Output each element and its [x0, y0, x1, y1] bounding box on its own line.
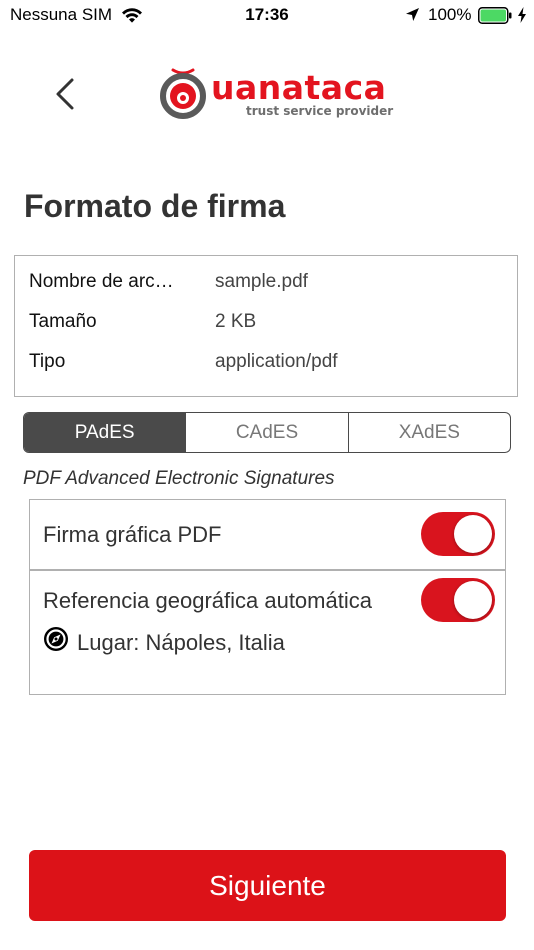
battery-percent: 100% — [428, 5, 472, 24]
logo-mark-icon — [160, 68, 206, 119]
back-button[interactable] — [50, 74, 78, 114]
battery-icon — [478, 7, 512, 24]
file-type-value: application/pdf — [215, 351, 338, 372]
tab-xades[interactable]: XAdES — [349, 413, 510, 452]
format-description: PDF Advanced Electronic Signatures — [23, 468, 335, 489]
file-size-row: Tamaño 2 KB — [29, 311, 499, 341]
page-title: Formato de firma — [24, 188, 286, 224]
file-info-panel: Nombre de archivo sample.pdf Tamaño 2 KB… — [14, 255, 518, 397]
geo-reference-label: Referencia geográfica automática — [43, 588, 372, 613]
graphic-signature-label: Firma gráfica PDF — [43, 522, 222, 547]
signature-format-selector: PAdES CAdES XAdES — [23, 412, 511, 453]
charging-bolt-icon — [518, 7, 526, 23]
geo-reference-toggle[interactable] — [421, 578, 495, 622]
file-name-label: Nombre de archivo — [29, 271, 179, 292]
uanataca-logo: uanataca trust service provider — [155, 66, 393, 122]
status-bar: Nessuna SIM 17:36 100% — [0, 0, 534, 30]
graphic-signature-toggle[interactable] — [421, 512, 495, 556]
logo-wordmark: uanataca — [211, 68, 387, 107]
file-size-label: Tamaño — [29, 311, 97, 332]
file-size-value: 2 KB — [215, 311, 257, 332]
toggle-knob — [454, 581, 492, 619]
file-name-row: Nombre de archivo sample.pdf — [29, 271, 499, 301]
file-name-value: sample.pdf — [215, 271, 308, 292]
file-type-label: Tipo — [29, 351, 66, 372]
tab-cades[interactable]: CAdES — [186, 413, 349, 452]
location-arrow-icon — [406, 8, 419, 21]
signature-options-panel: Firma gráfica PDF Referencia geográfica … — [29, 499, 506, 695]
compass-icon — [44, 627, 68, 651]
tab-pades[interactable]: PAdES — [24, 413, 187, 452]
option-divider — [30, 569, 505, 571]
next-button[interactable]: Siguiente — [29, 850, 506, 921]
toggle-knob — [454, 515, 492, 553]
logo-tagline: trust service provider — [246, 104, 394, 118]
file-type-row: Tipo application/pdf — [29, 351, 499, 381]
geo-location-text: Lugar: Nápoles, Italia — [77, 630, 285, 655]
